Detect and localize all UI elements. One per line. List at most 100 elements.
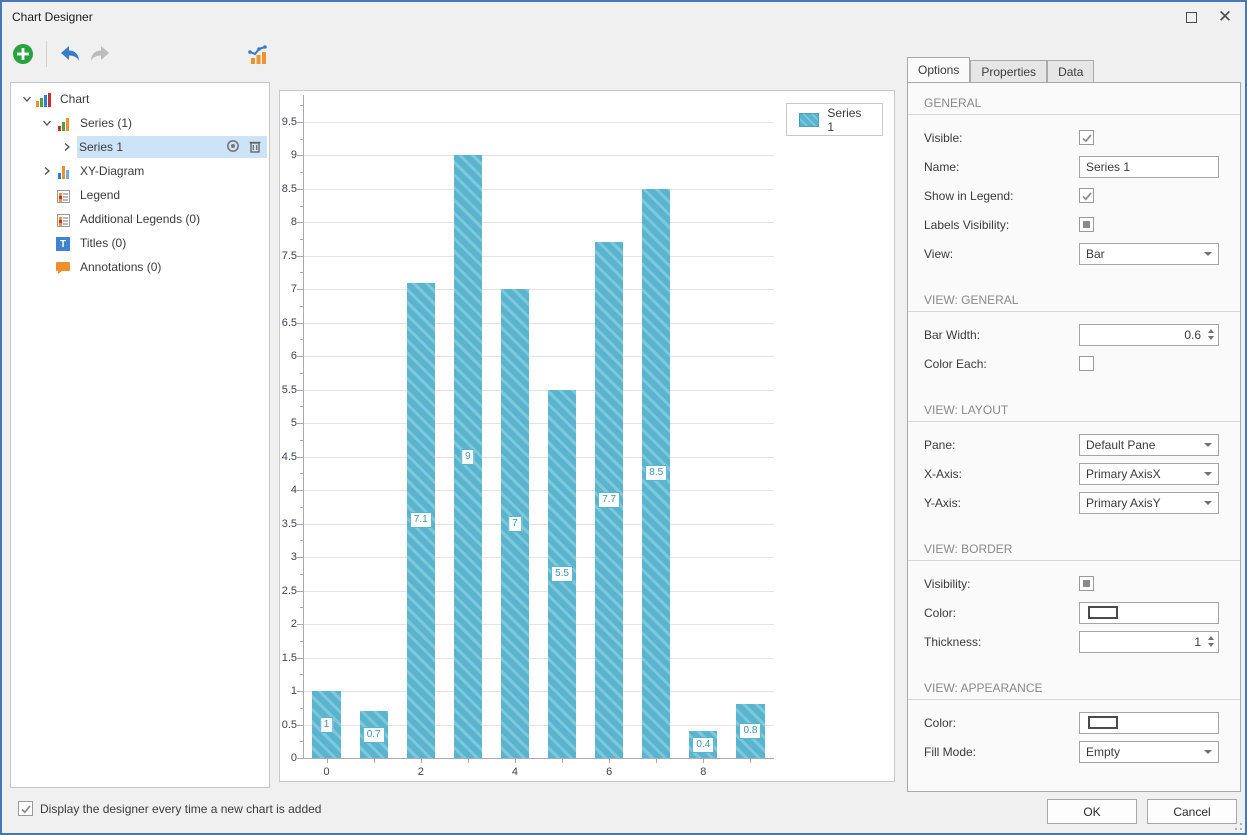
tree-item-label: Titles (0) (76, 236, 130, 250)
options-panel: GENERALVisible:Name:Series 1Show in Lege… (907, 82, 1241, 792)
tab-options[interactable]: Options (907, 57, 970, 82)
gridline (303, 222, 774, 223)
field-label: Show in Legend: (924, 189, 1079, 203)
field-label: Thickness: (924, 635, 1079, 649)
y-axis-minor-tick (300, 139, 303, 140)
x-axis-dropdown[interactable]: Primary AxisX (1079, 463, 1219, 485)
pane-dropdown[interactable]: Default Pane (1079, 434, 1219, 456)
spinner-buttons[interactable] (1208, 636, 1214, 647)
view-dropdown[interactable]: Bar (1079, 243, 1219, 265)
add-chart-element-button[interactable] (8, 39, 38, 69)
chart-legend[interactable]: Series 1 (786, 103, 883, 136)
y-axis-label: 1.5 (259, 652, 297, 664)
section-header: GENERAL (908, 93, 1240, 115)
tree-item-series-1[interactable]: Series 1 (11, 135, 269, 159)
y-axis-minor-tick (300, 172, 303, 173)
y-axis-minor-tick (300, 540, 303, 541)
tree-item-additional-legends-0[interactable]: Additional Legends (0) (11, 207, 269, 231)
section-rows: Visible:Name:Series 1Show in Legend:Labe… (908, 115, 1240, 268)
thickness-spinner[interactable]: 1 (1079, 631, 1219, 653)
bar-value-label: 7.1 (410, 512, 432, 528)
labels-visibility-checkbox[interactable] (1079, 217, 1094, 232)
chevron-right-icon[interactable] (39, 163, 55, 179)
ok-button[interactable]: OK (1047, 799, 1137, 824)
fill-mode-dropdown[interactable]: Empty (1079, 741, 1219, 763)
chevron-down-icon[interactable] (39, 115, 55, 131)
y-axis-tick (297, 256, 303, 257)
x-axis-tick (562, 758, 563, 763)
indeterminate-mark (1083, 221, 1090, 228)
annotations-icon (55, 259, 71, 275)
field-label: Name: (924, 160, 1079, 174)
eye-button[interactable] (225, 138, 241, 157)
chart-icon (35, 91, 51, 107)
chevron-down-icon[interactable] (19, 91, 35, 107)
tree-item-chart[interactable]: Chart (11, 87, 269, 111)
x-axis-label: 2 (401, 766, 441, 778)
color-each-checkbox[interactable] (1079, 356, 1094, 371)
y-axis-label: 5.5 (259, 384, 297, 396)
trash-button[interactable] (247, 138, 263, 157)
undo-button[interactable] (55, 39, 85, 69)
display-designer-checkbox[interactable] (18, 801, 33, 816)
tree-item-series-1[interactable]: Series (1) (11, 111, 269, 135)
y-axis-label: 4 (259, 484, 297, 496)
section-view-layout: VIEW: LAYOUTPane:Default PaneX-Axis:Prim… (908, 400, 1240, 517)
plus-circle-icon (12, 43, 34, 65)
spinner-buttons[interactable] (1208, 329, 1214, 340)
field-label: Bar Width: (924, 328, 1079, 342)
y-axis-minor-tick (300, 607, 303, 608)
tree-item-xy-diagram[interactable]: XY-Diagram (11, 159, 269, 183)
bar-width-spinner[interactable]: 0.6 (1079, 324, 1219, 346)
section-rows: Pane:Default PaneX-Axis:Primary AxisXY-A… (908, 422, 1240, 517)
y-axis-label: 3 (259, 551, 297, 563)
tree-item-legend[interactable]: Legend (11, 183, 269, 207)
tab-data[interactable]: Data (1047, 60, 1094, 82)
trash-icon (247, 138, 263, 154)
section-rows: Visibility:Color:Thickness:1 (908, 561, 1240, 656)
color-color-picker[interactable] (1079, 602, 1219, 624)
legend-icon (55, 211, 71, 227)
color-color-picker[interactable] (1079, 712, 1219, 734)
redo-button[interactable] (85, 39, 115, 69)
chart-designer-window: Chart Designer ✕ ChartSeries (1)Series 1… (0, 0, 1247, 835)
y-axis-tick (297, 122, 303, 123)
visibility-checkbox[interactable] (1079, 576, 1094, 591)
x-axis-tick (374, 758, 375, 763)
visible-checkbox[interactable] (1079, 130, 1094, 145)
titlebar: Chart Designer ✕ (2, 2, 1245, 32)
gridline (303, 524, 774, 525)
resize-grip[interactable] (1230, 818, 1242, 830)
y-axis-tick (297, 155, 303, 156)
chart-icon (36, 93, 51, 107)
field-label: Color: (924, 716, 1079, 730)
y-axis-label: 1 (259, 685, 297, 697)
chevron-right-icon (42, 166, 52, 176)
y-axis-tick (297, 222, 303, 223)
window-title: Chart Designer (12, 10, 93, 24)
y-axis-label: 0.5 (259, 719, 297, 731)
x-axis-tick (468, 758, 469, 763)
name-input[interactable]: Series 1 (1079, 156, 1219, 178)
y-axis-tick (297, 591, 303, 592)
bar-value-label: 5.5 (551, 566, 573, 582)
section-header: VIEW: LAYOUT (908, 400, 1240, 422)
y-axis-minor-tick (300, 406, 303, 407)
show-in-legend-checkbox[interactable] (1079, 188, 1094, 203)
y-axis-label: 8.5 (259, 183, 297, 195)
change-chart-type-button[interactable] (243, 39, 273, 69)
chevron-right-icon[interactable] (59, 139, 75, 155)
row-x-axis: X-Axis:Primary AxisX (908, 459, 1240, 488)
y-axis-dropdown[interactable]: Primary AxisY (1079, 492, 1219, 514)
tab-properties[interactable]: Properties (970, 60, 1047, 82)
dropdown-value: Default Pane (1086, 438, 1204, 452)
xy-diagram-icon (58, 165, 69, 179)
tree-item-annotations-0[interactable]: Annotations (0) (11, 255, 269, 279)
field-control: 0.6 (1079, 324, 1219, 346)
close-button[interactable]: ✕ (1203, 2, 1247, 32)
tree-item-label: XY-Diagram (76, 164, 148, 178)
dropdown-value: Primary AxisX (1086, 467, 1204, 481)
cancel-button[interactable]: Cancel (1147, 799, 1237, 824)
section-header: VIEW: APPEARANCE (908, 678, 1240, 700)
tree-item-titles-0[interactable]: TTitles (0) (11, 231, 269, 255)
